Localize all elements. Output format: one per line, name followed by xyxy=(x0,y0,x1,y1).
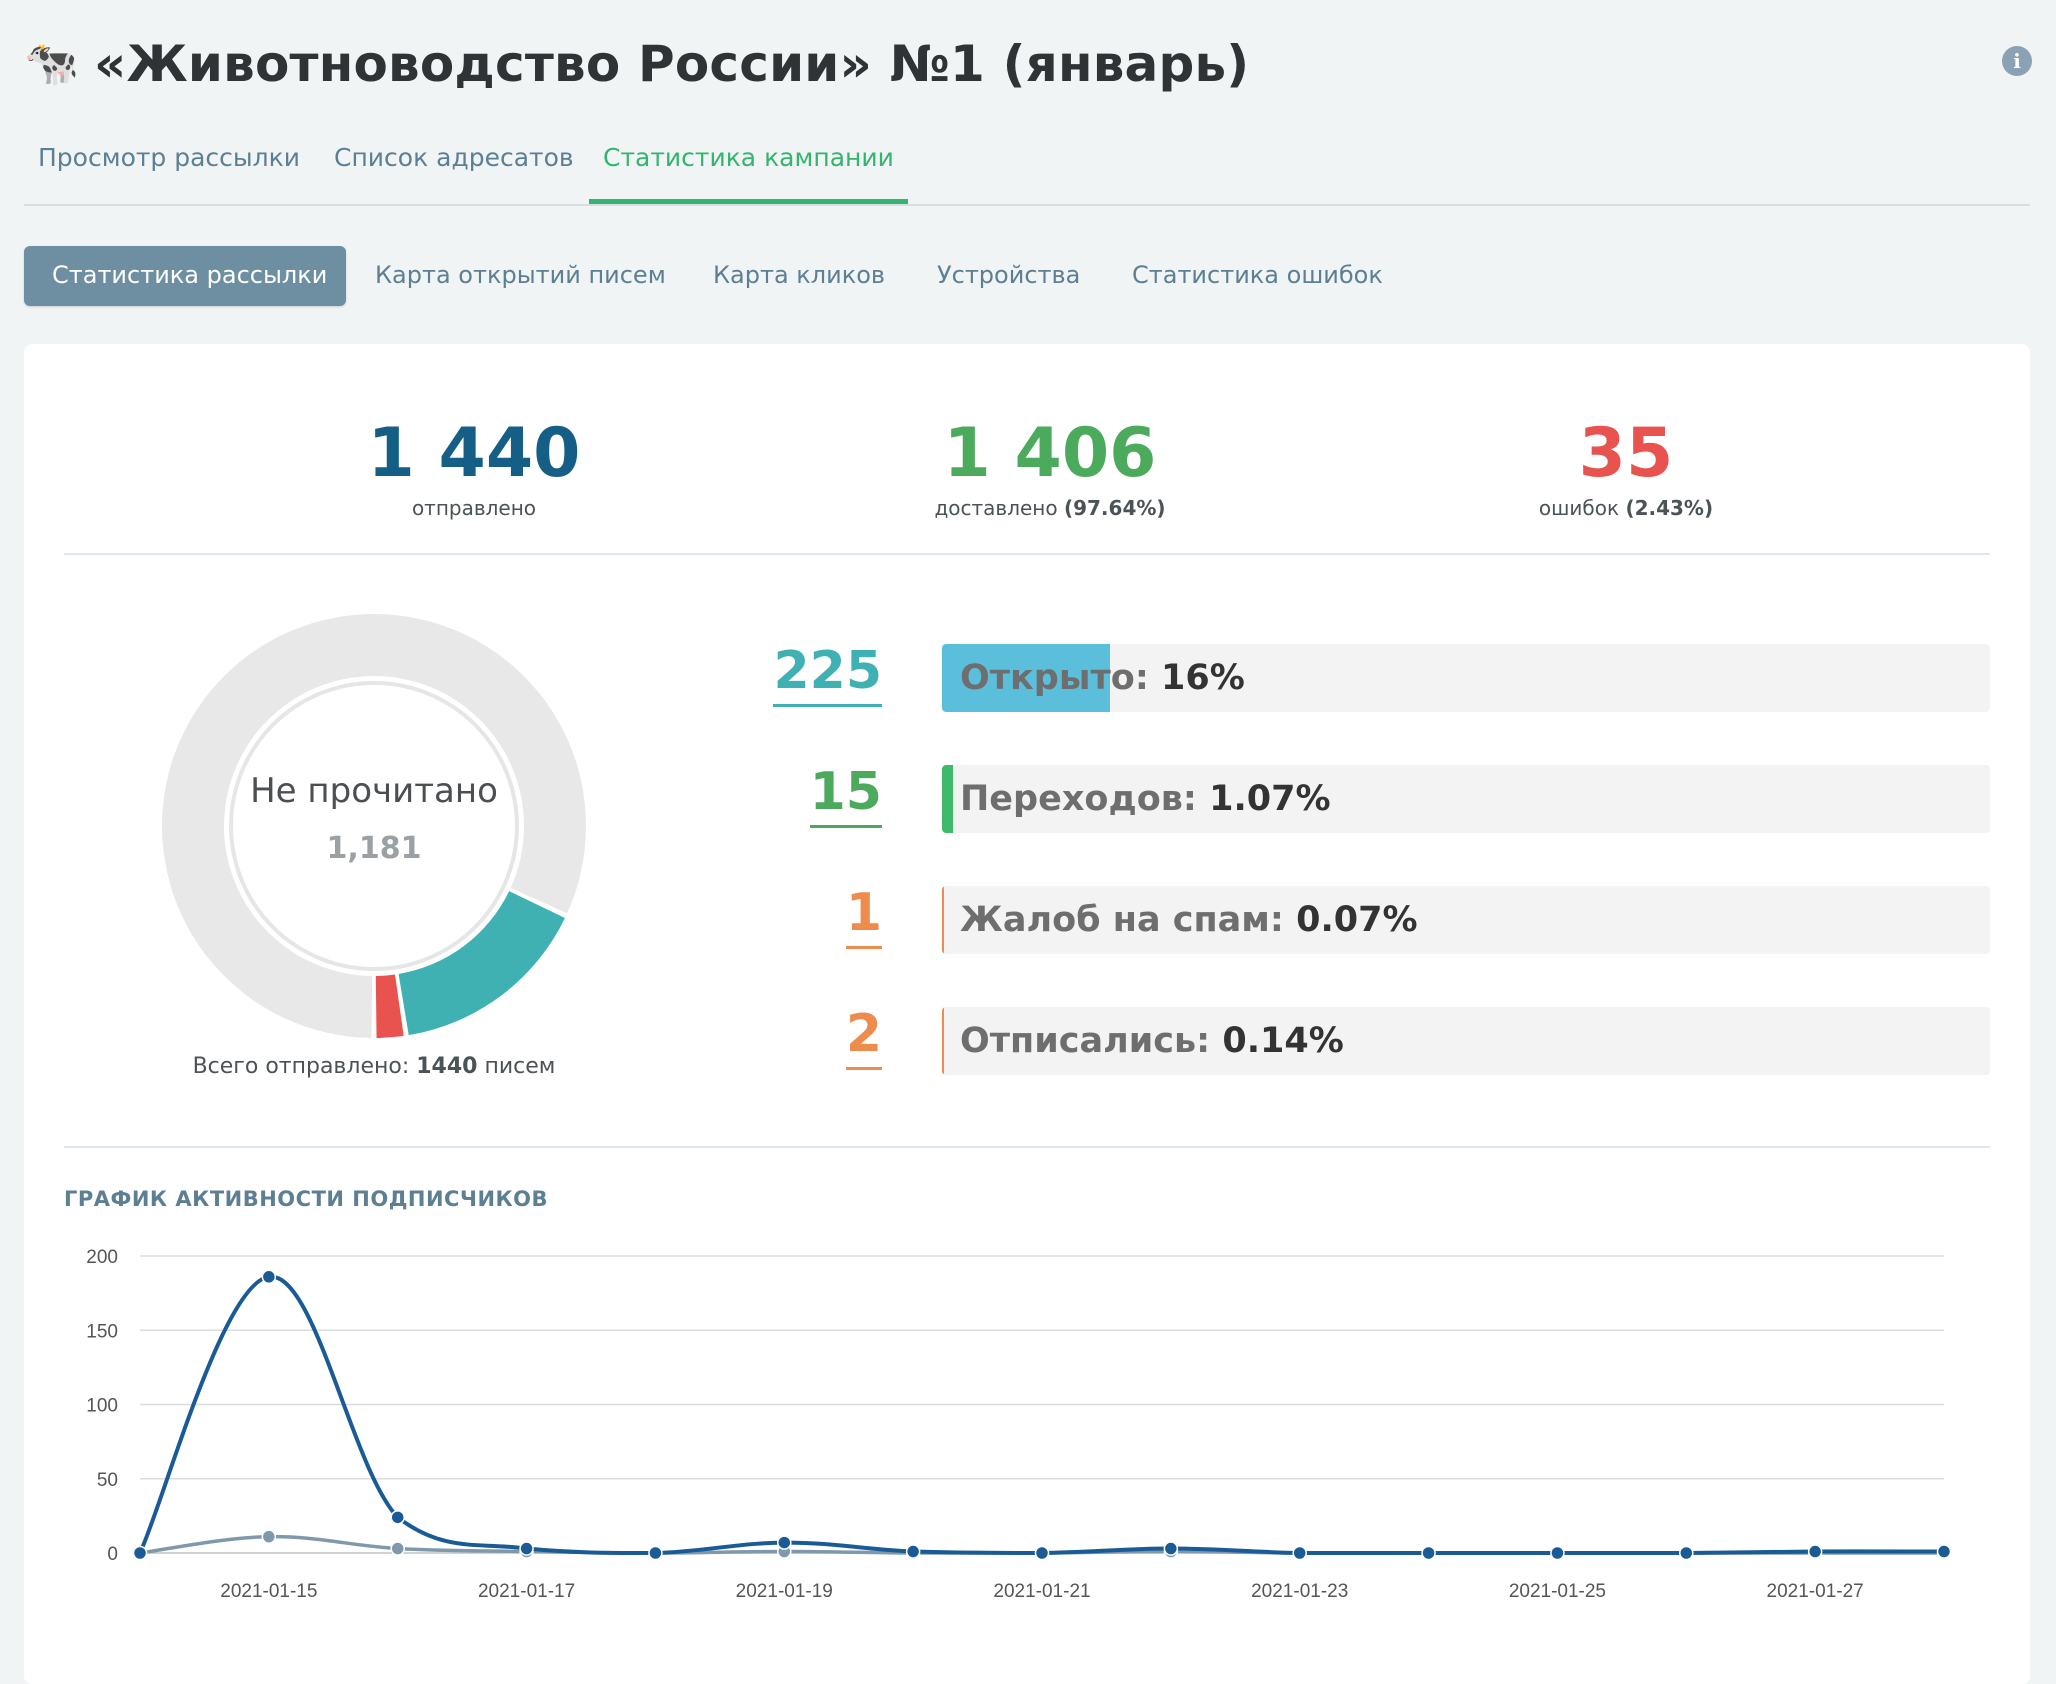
kpi-errors-label: ошибок (2.43%) xyxy=(1326,496,1926,520)
kpi-delivered-text: доставлено xyxy=(934,496,1058,520)
chart-title: ГРАФИК АКТИВНОСТИ ПОДПИСЧИКОВ xyxy=(64,1187,549,1211)
total-sent: Всего отправлено: 1440 писем xyxy=(124,1054,624,1079)
subtab-click-map[interactable]: Карта кликов xyxy=(713,246,885,306)
stat-bar-label: Жалоб на спам: 0.07% xyxy=(960,886,1418,954)
subtab-error-stats[interactable]: Статистика ошибок xyxy=(1132,246,1383,306)
stat-bar-track: Жалоб на спам: 0.07% xyxy=(942,886,1990,954)
page-title: «Животноводство России» №1 (январь) xyxy=(94,35,1250,93)
donut-center-label: Не прочитано xyxy=(250,771,498,811)
kpi-sent-label: отправлено xyxy=(411,496,537,520)
stat-label-text: Жалоб на спам: xyxy=(960,900,1297,940)
subtab-open-map[interactable]: Карта открытий писем xyxy=(375,246,666,306)
total-sent-suffix: писем xyxy=(484,1054,556,1079)
subtab-devices[interactable]: Устройства xyxy=(937,246,1080,306)
stat-count[interactable]: 225 xyxy=(773,640,882,707)
subtab-mailing-stats[interactable]: Статистика рассылки xyxy=(24,246,346,306)
total-sent-prefix: Всего отправлено: xyxy=(192,1054,410,1079)
main-tabs: Просмотр рассылки Список адресатов Стати… xyxy=(24,136,2030,206)
tab-campaign-stats[interactable]: Статистика кампании xyxy=(589,136,908,204)
divider-bottom xyxy=(64,1146,1990,1148)
stat-label-text: Открыто: xyxy=(960,658,1162,698)
kpi-sent: 1 440 отправлено xyxy=(174,414,774,520)
kpi-errors-pct: (2.43%) xyxy=(1625,496,1714,520)
kpi-sent-value: 1 440 xyxy=(367,414,581,493)
kpi-errors-text: ошибок xyxy=(1538,496,1620,520)
tab-mailing-preview[interactable]: Просмотр рассылки xyxy=(24,136,314,204)
stat-row: 15 Переходов: 1.07% xyxy=(744,761,1990,833)
donut-chart: Не прочитано 1,181 xyxy=(154,606,594,1046)
page-header: 🐄 «Животноводство России» №1 (январь) xyxy=(24,34,1249,94)
stat-bar-label: Открыто: 16% xyxy=(960,644,1245,712)
stat-label-text: Отписались: xyxy=(960,1021,1223,1061)
donut-center-value: 1,181 xyxy=(326,831,422,866)
stat-row: 1 Жалоб на спам: 0.07% xyxy=(744,882,1990,954)
donut-center: Не прочитано 1,181 xyxy=(154,606,594,1046)
stat-label-text: Переходов: xyxy=(960,779,1210,819)
stat-row: 225 Открыто: 16% xyxy=(744,640,1990,712)
info-icon[interactable]: i xyxy=(2002,46,2032,76)
total-sent-value: 1440 xyxy=(416,1054,478,1079)
stat-bar-fill xyxy=(942,1007,944,1075)
stat-bar-track: Переходов: 1.07% xyxy=(942,765,1990,833)
stat-bar-track: Открыто: 16% xyxy=(942,644,1990,712)
stat-bar-label: Переходов: 1.07% xyxy=(960,765,1331,833)
kpi-errors-value: 35 xyxy=(1578,414,1674,493)
cow-icon: 🐄 xyxy=(24,38,79,89)
kpi-delivered-label: доставлено (97.64%) xyxy=(750,496,1350,520)
stat-count[interactable]: 2 xyxy=(845,1003,882,1070)
stat-row: 2 Отписались: 0.14% xyxy=(744,1003,1990,1075)
stats-card: 1 440 отправлено 1 406 доставлено (97.64… xyxy=(24,344,2030,1684)
divider-top xyxy=(64,553,1990,555)
stat-bar-fill xyxy=(942,765,954,833)
stat-label-pct: 1.07% xyxy=(1209,779,1331,819)
stat-bar-track: Отписались: 0.14% xyxy=(942,1007,1990,1075)
stat-bar-label: Отписались: 0.14% xyxy=(960,1007,1344,1075)
stat-count[interactable]: 15 xyxy=(809,761,882,828)
stat-bar-fill xyxy=(942,886,944,954)
tab-recipients-list[interactable]: Список адресатов xyxy=(320,136,588,204)
stat-count[interactable]: 1 xyxy=(845,882,882,949)
stat-label-pct: 16% xyxy=(1161,658,1245,698)
stat-label-pct: 0.14% xyxy=(1222,1021,1344,1061)
kpi-delivered-value: 1 406 xyxy=(943,414,1157,493)
kpi-errors: 35 ошибок (2.43%) xyxy=(1326,414,1926,520)
stat-label-pct: 0.07% xyxy=(1296,900,1418,940)
kpi-delivered-pct: (97.64%) xyxy=(1063,496,1166,520)
kpi-delivered: 1 406 доставлено (97.64%) xyxy=(750,414,1350,520)
